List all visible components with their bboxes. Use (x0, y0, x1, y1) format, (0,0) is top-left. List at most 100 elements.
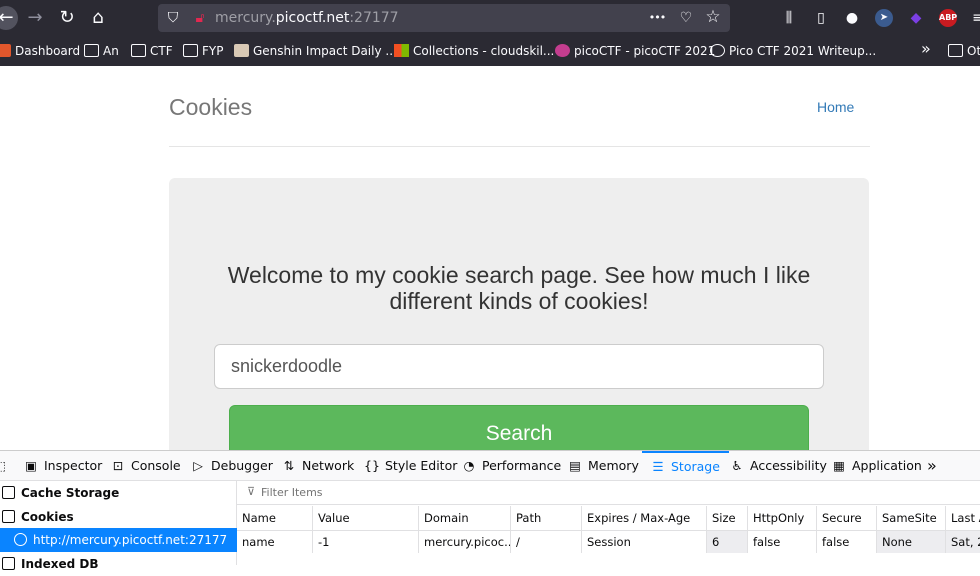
tree-indexed-db[interactable]: Indexed DB (0, 552, 237, 576)
cell-samesite[interactable]: None (877, 531, 946, 553)
tab-storage[interactable]: ☰ Storage (642, 451, 729, 481)
cell-last-accessed[interactable]: Sat, 2 (946, 531, 980, 553)
style-editor-icon: {} (364, 458, 380, 473)
devtools-panel: ⬚ ▣Inspector ⊡Console ▷Debugger ⇅Network… (0, 450, 980, 571)
tab-performance[interactable]: ◔ Performance (461, 451, 562, 481)
adblock-plus-icon[interactable]: ABP (939, 9, 957, 27)
welcome-heading: Welcome to my cookie search page. See ho… (227, 262, 811, 314)
extension-cursor-icon[interactable]: ➤ (875, 9, 893, 27)
bookmark-folder-an[interactable]: An (84, 43, 119, 59)
menu-icon[interactable]: ≡ (969, 9, 980, 27)
tab-memory[interactable]: ▤ Memory (567, 451, 639, 481)
col-last-accessed[interactable]: Last Ac (946, 506, 980, 531)
dashboard-icon (0, 44, 11, 57)
folder-icon (131, 44, 146, 57)
application-icon: ▦ (833, 458, 845, 473)
storage-icon: ☰ (652, 459, 664, 474)
home-link[interactable]: Home (817, 99, 854, 115)
col-size[interactable]: Size (707, 506, 748, 531)
folder-icon (84, 44, 99, 57)
bookmark-star-icon[interactable]: ☆ (704, 8, 722, 26)
extension-diamond-icon[interactable]: ◆ (907, 9, 925, 27)
reload-icon[interactable]: ↻ (55, 6, 79, 30)
cell-expires[interactable]: Session (582, 531, 707, 553)
bookmark-pico-writeup[interactable]: Pico CTF 2021 Writeup... (710, 43, 876, 59)
tree-cookies[interactable]: Cookies (0, 505, 237, 529)
sidebar-icon[interactable]: ▯ (812, 9, 830, 27)
tab-console[interactable]: ⊡ Console (110, 451, 181, 481)
bookmark-folder-ctf[interactable]: CTF (131, 43, 173, 59)
col-httponly[interactable]: HttpOnly (748, 506, 817, 531)
genshin-icon (234, 44, 249, 57)
page-actions-icon[interactable]: ••• (648, 9, 666, 27)
insecure-lock-icon[interactable]: 🔓︎ (191, 9, 209, 27)
bookmark-folder-fyp[interactable]: FYP (183, 43, 223, 59)
globe-icon (14, 533, 27, 546)
page-title: Cookies (169, 94, 253, 120)
shield-icon[interactable]: ⛉ (164, 9, 182, 27)
devtools-tabbar: ⬚ ▣Inspector ⊡Console ▷Debugger ⇅Network… (0, 451, 980, 481)
web-page: Cookies Home Welcome to my cookie search… (0, 66, 980, 450)
filter-icon: ⊽ (247, 486, 256, 498)
account-icon[interactable]: ● (843, 9, 861, 27)
picoctf-icon (555, 44, 570, 57)
other-bookmarks[interactable]: Ot (948, 43, 980, 59)
tab-accessibility[interactable]: ♿︎ Accessibility (729, 451, 827, 481)
tree-cache-storage[interactable]: Cache Storage (0, 481, 237, 505)
cell-httponly[interactable]: false (748, 531, 817, 553)
col-expires[interactable]: Expires / Max-Age (582, 506, 707, 531)
url-text[interactable]: mercury.picoctf.net:27177 (215, 10, 399, 26)
pocket-icon[interactable]: ♡ (677, 9, 695, 27)
col-path[interactable]: Path (511, 506, 582, 531)
cookies-table: Name Value Domain Path Expires / Max-Age… (237, 506, 980, 565)
pick-element-icon[interactable]: ⬚ (0, 451, 13, 481)
cell-name[interactable]: name (237, 531, 313, 553)
home-icon[interactable]: ⌂ (86, 6, 110, 30)
col-samesite[interactable]: SameSite (877, 506, 946, 531)
library-icon[interactable]: ⫼ (780, 9, 798, 27)
bookmarks-bar: Dashboard An CTF FYP Genshin Impact Dail… (0, 36, 980, 66)
search-button[interactable]: Search (229, 405, 809, 450)
cell-secure[interactable]: false (817, 531, 877, 553)
database-icon (2, 486, 15, 499)
url-bar[interactable]: ⛉ 🔓︎ mercury.picoctf.net:27177 ••• ♡ ☆ (158, 4, 730, 32)
accessibility-icon: ♿︎ (731, 458, 743, 473)
tab-inspector[interactable]: ▣ Inspector (23, 451, 102, 481)
folder-icon (183, 44, 198, 57)
memory-icon: ▤ (569, 458, 581, 473)
filter-items-input[interactable]: Filter Items (261, 486, 323, 499)
bookmarks-overflow-icon[interactable]: » (921, 41, 931, 57)
bookmark-collections[interactable]: Collections - cloudskil... (394, 43, 554, 59)
inspector-icon: ▣ (25, 458, 37, 473)
tab-network[interactable]: ⇅ Network (281, 451, 354, 481)
cell-size[interactable]: 6 (707, 531, 748, 553)
devtools-tabs-overflow-icon[interactable]: » (927, 451, 937, 481)
storage-tree: Cache Storage Cookies http://mercury.pic… (0, 481, 237, 571)
cell-value[interactable]: -1 (313, 531, 419, 553)
col-name[interactable]: Name (237, 506, 313, 531)
forward-icon[interactable]: → (23, 6, 47, 30)
browser-toolbar: ← → ↻ ⌂ ⛉ 🔓︎ mercury.picoctf.net:27177 •… (0, 0, 980, 36)
folder-icon (948, 44, 963, 57)
cell-domain[interactable]: mercury.picoc... (419, 531, 511, 553)
bookmark-picoctf[interactable]: picoCTF - picoCTF 2021 (555, 43, 715, 59)
col-value[interactable]: Value (313, 506, 419, 531)
col-secure[interactable]: Secure (817, 506, 877, 531)
tree-cookie-origin[interactable]: http://mercury.picoctf.net:27177 (0, 528, 237, 552)
cookie-search-input[interactable]: snickerdoodle (214, 344, 824, 389)
col-domain[interactable]: Domain (419, 506, 511, 531)
tab-application[interactable]: ▦ Application (831, 451, 922, 481)
tab-debugger[interactable]: ▷ Debugger (190, 451, 273, 481)
database-icon (2, 510, 15, 523)
bookmark-genshin[interactable]: Genshin Impact Daily ... (234, 43, 397, 59)
network-icon: ⇅ (283, 458, 295, 473)
performance-icon: ◔ (463, 458, 475, 473)
console-icon: ⊡ (112, 458, 124, 473)
debugger-icon: ▷ (193, 458, 203, 473)
tab-style-editor[interactable]: {} Style Editor (364, 451, 457, 481)
bookmark-dashboard[interactable]: Dashboard (0, 43, 80, 59)
cell-path[interactable]: / (511, 531, 582, 553)
filter-bar: ⊽ Filter Items (237, 481, 980, 505)
jumbotron: Welcome to my cookie search page. See ho… (169, 178, 869, 450)
back-icon[interactable]: ← (0, 6, 18, 30)
